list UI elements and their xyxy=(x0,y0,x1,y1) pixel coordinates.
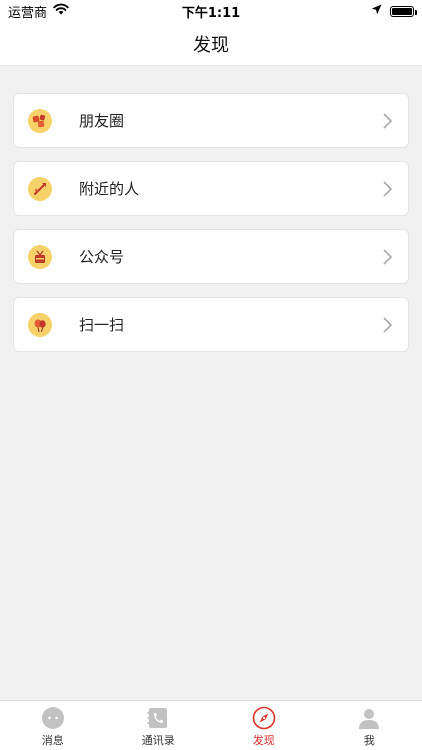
compass-icon xyxy=(252,706,276,730)
status-left: 运营商 xyxy=(8,2,69,21)
location-arrow-icon xyxy=(371,4,382,19)
contacts-book-icon xyxy=(146,706,170,730)
page-title: 发现 xyxy=(193,34,229,56)
menu-item-label: 朋友圈 xyxy=(79,112,125,130)
tab-bar: 消息 通讯录 发现 我 xyxy=(0,700,422,750)
nearby-people-icon xyxy=(28,176,52,201)
official-accounts-icon xyxy=(28,244,52,269)
tab-label: 通讯录 xyxy=(141,733,175,747)
moments-icon xyxy=(28,108,52,133)
menu-item-scan[interactable]: 扫一扫 xyxy=(13,297,409,352)
tab-label: 消息 xyxy=(41,733,64,747)
tab-me[interactable]: 我 xyxy=(317,701,422,750)
nav-bar: 发现 xyxy=(0,22,422,66)
chevron-right-icon xyxy=(383,248,393,265)
status-right xyxy=(371,4,417,19)
chevron-right-icon xyxy=(383,316,393,333)
menu-item-label: 公众号 xyxy=(79,248,125,266)
tab-discover[interactable]: 发现 xyxy=(211,701,317,750)
tab-contacts[interactable]: 通讯录 xyxy=(106,701,212,750)
tab-label: 我 xyxy=(363,733,375,747)
chevron-right-icon xyxy=(383,180,393,197)
wifi-icon xyxy=(53,3,69,19)
tab-messages[interactable]: 消息 xyxy=(0,701,106,750)
battery-fill xyxy=(392,7,412,15)
carrier-name: 运营商 xyxy=(8,5,48,21)
menu-item-label: 附近的人 xyxy=(79,180,140,198)
scan-icon xyxy=(28,312,52,337)
tab-label: 发现 xyxy=(252,733,275,747)
menu-item-moments[interactable]: 朋友圈 xyxy=(13,93,409,148)
status-bar: 运营商 下午1:11 xyxy=(0,0,422,22)
chat-bubble-icon xyxy=(41,706,65,730)
menu-item-label: 扫一扫 xyxy=(79,316,125,334)
chevron-right-icon xyxy=(383,112,393,129)
menu-item-official-accounts[interactable]: 公众号 xyxy=(13,229,409,284)
menu-item-nearby-people[interactable]: 附近的人 xyxy=(13,161,409,216)
discover-menu: 朋友圈 附近的人 公众号 扫一扫 xyxy=(0,66,422,352)
battery-icon xyxy=(390,5,417,17)
person-icon xyxy=(357,706,381,730)
discover-content: 朋友圈 附近的人 公众号 扫一扫 xyxy=(0,66,422,700)
